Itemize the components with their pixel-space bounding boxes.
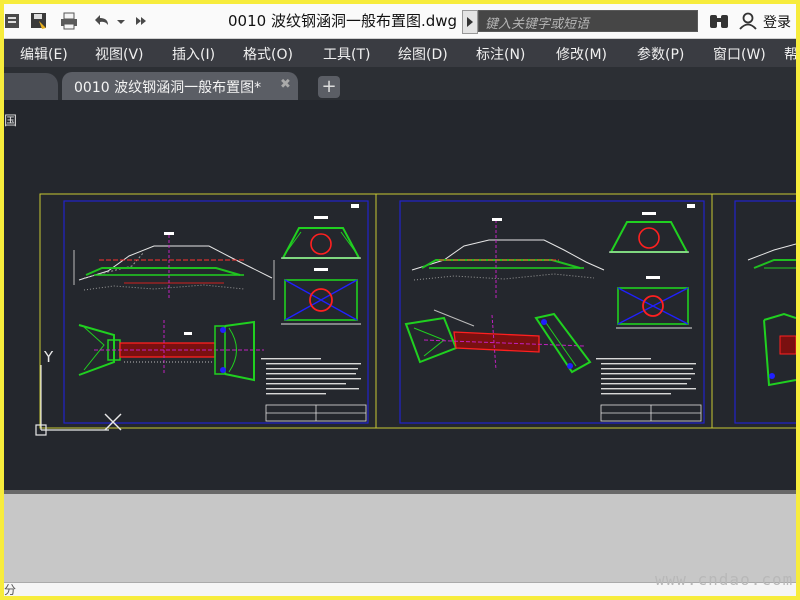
frame-tag-2	[687, 204, 695, 208]
model-space-drawing: Y	[35, 193, 796, 436]
plot-icon[interactable]	[60, 12, 78, 30]
title-bar: 0010 波纹钢涵洞一般布置图.dwg 键入关键字或短语 登录	[4, 4, 796, 39]
ucs-icon	[35, 365, 122, 436]
menu-view[interactable]: 视图(V)	[95, 44, 144, 64]
dropdown-icon[interactable]	[116, 12, 126, 30]
undo-icon[interactable]	[92, 12, 110, 30]
menu-modify[interactable]: 修改(M)	[556, 44, 607, 64]
search-expand-button[interactable]	[462, 10, 478, 34]
menu-edit[interactable]: 编辑(E)	[20, 44, 68, 64]
sheet-1-content	[73, 216, 367, 422]
ucs-y-label: Y	[43, 348, 54, 366]
tab-active-drawing[interactable]: 0010 波纹钢涵洞一般布置图* ✖	[62, 72, 298, 100]
sheet-set-icon[interactable]	[4, 12, 22, 30]
login-button[interactable]: 登录	[763, 12, 791, 32]
search-input[interactable]: 键入关键字或短语	[478, 10, 698, 32]
sheet-border-3	[711, 193, 796, 429]
close-icon[interactable]: ✖	[280, 77, 291, 92]
frame-tag-1	[351, 204, 359, 208]
menu-help[interactable]: 帮	[784, 44, 796, 64]
menu-window[interactable]: 窗口(W)	[713, 44, 766, 64]
watermark-text: www.cndao.com	[655, 570, 794, 589]
status-text: 分	[4, 583, 17, 596]
binoculars-icon[interactable]	[708, 12, 730, 30]
new-tab-button[interactable]: +	[318, 76, 340, 98]
menu-parameter[interactable]: 参数(P)	[637, 44, 684, 64]
user-icon[interactable]	[738, 12, 758, 30]
menu-bar: 编辑(E) 视图(V) 插入(I) 格式(O) 工具(T) 绘图(D) 标注(N…	[4, 39, 796, 67]
sheet-2-content	[404, 212, 702, 422]
sheet-3-content	[747, 243, 796, 387]
command-line-area	[4, 494, 796, 582]
menu-insert[interactable]: 插入(I)	[172, 44, 215, 64]
menu-dimension[interactable]: 标注(N)	[476, 44, 525, 64]
tab-start[interactable]	[4, 73, 58, 100]
drawing-frame-3	[734, 200, 796, 424]
more-icon[interactable]	[134, 12, 148, 30]
menu-tools[interactable]: 工具(T)	[323, 44, 370, 64]
application-window: 0010 波纹钢涵洞一般布置图.dwg 键入关键字或短语 登录 编辑(E) 视图…	[4, 4, 796, 596]
menu-draw[interactable]: 绘图(D)	[398, 44, 448, 64]
drawing-canvas[interactable]: 国 Y	[4, 100, 796, 492]
menu-format[interactable]: 格式(O)	[243, 44, 293, 64]
tab-label: 0010 波纹钢涵洞一般布置图*	[74, 80, 262, 96]
document-title: 0010 波纹钢涵洞一般布置图.dwg	[228, 12, 458, 30]
document-tab-strip: 0010 波纹钢涵洞一般布置图* ✖ +	[4, 67, 796, 100]
save-as-icon[interactable]	[30, 12, 48, 30]
sheet-border-1	[39, 193, 377, 429]
